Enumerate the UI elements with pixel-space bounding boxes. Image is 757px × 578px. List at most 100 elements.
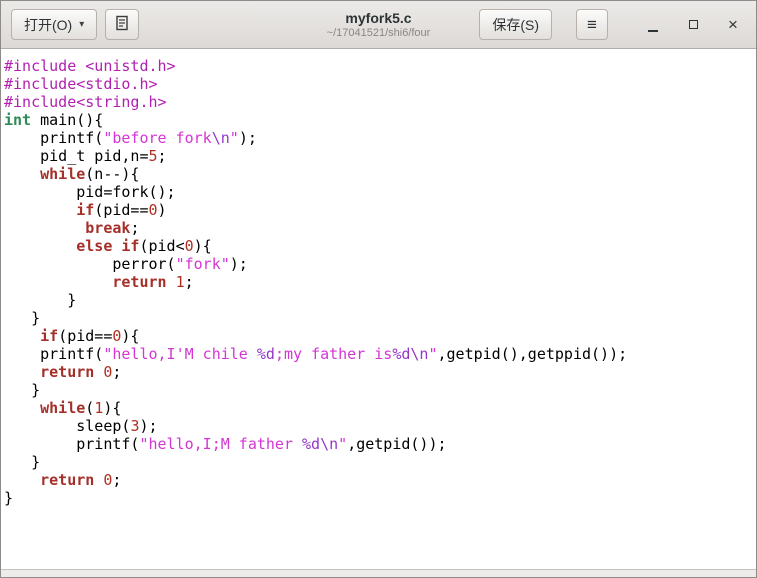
code-token: " — [428, 345, 438, 363]
code-line: while(1){ — [4, 399, 756, 417]
code-token: "before fork — [103, 129, 212, 147]
code-token: return — [40, 363, 95, 381]
code-token: ,getpid(),getppid()); — [437, 345, 628, 363]
code-token: } — [4, 453, 41, 471]
code-token: %d\n — [392, 345, 429, 363]
code-token: #include<string.h> — [4, 93, 167, 111]
code-line: if(pid==0) — [4, 201, 756, 219]
window-subtitle: ~/17041521/shi6/four — [326, 27, 431, 39]
code-token: if — [76, 201, 95, 219]
headerbar-left: 打开(O) ▾ — [11, 9, 140, 40]
maximize-button[interactable] — [680, 12, 706, 38]
code-line: } — [4, 291, 756, 309]
code-token: ; — [157, 147, 167, 165]
code-token: #include<stdio.h> — [4, 75, 158, 93]
new-document-button[interactable] — [105, 9, 140, 40]
code-line: return 0; — [4, 363, 756, 381]
code-token: int — [4, 111, 32, 129]
code-token: printf( — [4, 345, 104, 363]
code-token: (pid< — [139, 237, 185, 255]
code-token: ); — [229, 255, 248, 273]
code-token: ){ — [103, 399, 122, 417]
code-line: } — [4, 489, 756, 507]
maximize-icon — [688, 20, 698, 29]
new-document-icon — [114, 15, 130, 34]
code-token: (pid== — [58, 327, 113, 345]
code-token: ; — [112, 471, 122, 489]
code-token: while — [40, 399, 86, 417]
code-token: ; — [130, 219, 140, 237]
code-token: break — [85, 219, 131, 237]
code-token: "hello,I;M father — [139, 435, 303, 453]
code-line: while(n--){ — [4, 165, 756, 183]
code-token: %d — [256, 345, 275, 363]
code-token: 0 — [184, 237, 194, 255]
window-title: myfork5.c — [345, 10, 412, 26]
code-token: pid_t pid,n= — [4, 147, 149, 165]
close-button[interactable]: × — [720, 12, 746, 38]
code-line: } — [4, 381, 756, 399]
code-token: ); — [139, 417, 158, 435]
minimize-button[interactable] — [640, 12, 666, 38]
code-token: "hello,I'M chile — [103, 345, 257, 363]
code-line: #include <unistd.h> — [4, 57, 756, 75]
code-token: pid=fork(); — [4, 183, 176, 201]
code-line: int main(){ — [4, 111, 756, 129]
headerbar-right: 保存(S) ≡ × — [479, 9, 746, 40]
window-controls: × — [626, 12, 746, 38]
code-token: " — [338, 435, 348, 453]
menu-button[interactable]: ≡ — [576, 9, 608, 40]
code-line: break; — [4, 219, 756, 237]
code-token: ) — [157, 201, 167, 219]
code-line: printf("before fork\n"); — [4, 129, 756, 147]
code-line: sleep(3); — [4, 417, 756, 435]
code-token: ; — [184, 273, 194, 291]
code-token: } — [4, 381, 41, 399]
code-token: #include <unistd.h> — [4, 57, 176, 75]
code-token: ; — [112, 363, 122, 381]
code-token: (n--){ — [85, 165, 140, 183]
code-token: 0 — [148, 201, 158, 219]
open-button-label: 打开(O) — [24, 16, 73, 33]
code-token: ); — [238, 129, 257, 147]
hamburger-icon: ≡ — [587, 14, 597, 34]
code-line: pid_t pid,n=5; — [4, 147, 756, 165]
code-token: } — [4, 309, 41, 327]
code-line: } — [4, 453, 756, 471]
code-line: if(pid==0){ — [4, 327, 756, 345]
code-token: 1 — [175, 273, 185, 291]
open-button[interactable]: 打开(O) ▾ — [11, 9, 98, 40]
code-token: printf( — [4, 435, 140, 453]
code-token: 5 — [148, 147, 158, 165]
text-editor[interactable]: #include <unistd.h> #include<stdio.h> #inc… — [1, 49, 756, 569]
code-token: (pid== — [94, 201, 149, 219]
code-token: %d\n — [302, 435, 339, 453]
save-button[interactable]: 保存(S) — [479, 9, 552, 40]
code-line: printf("hello,I;M father %d\n",getpid())… — [4, 435, 756, 453]
code-token: ){ — [193, 237, 212, 255]
code-line: pid=fork(); — [4, 183, 756, 201]
code-line: #include<string.h> — [4, 93, 756, 111]
code-token: " — [229, 129, 239, 147]
code-token: return — [40, 471, 95, 489]
minimize-icon — [648, 29, 658, 32]
code-line: } — [4, 309, 756, 327]
code-token: "fork" — [175, 255, 230, 273]
code-line: return 0; — [4, 471, 756, 489]
code-token: printf( — [4, 129, 104, 147]
code-line: else if(pid<0){ — [4, 237, 756, 255]
code-token: if — [121, 237, 140, 255]
code-token: if — [40, 327, 59, 345]
code-line: perror("fork"); — [4, 255, 756, 273]
code-token: } — [4, 291, 77, 309]
